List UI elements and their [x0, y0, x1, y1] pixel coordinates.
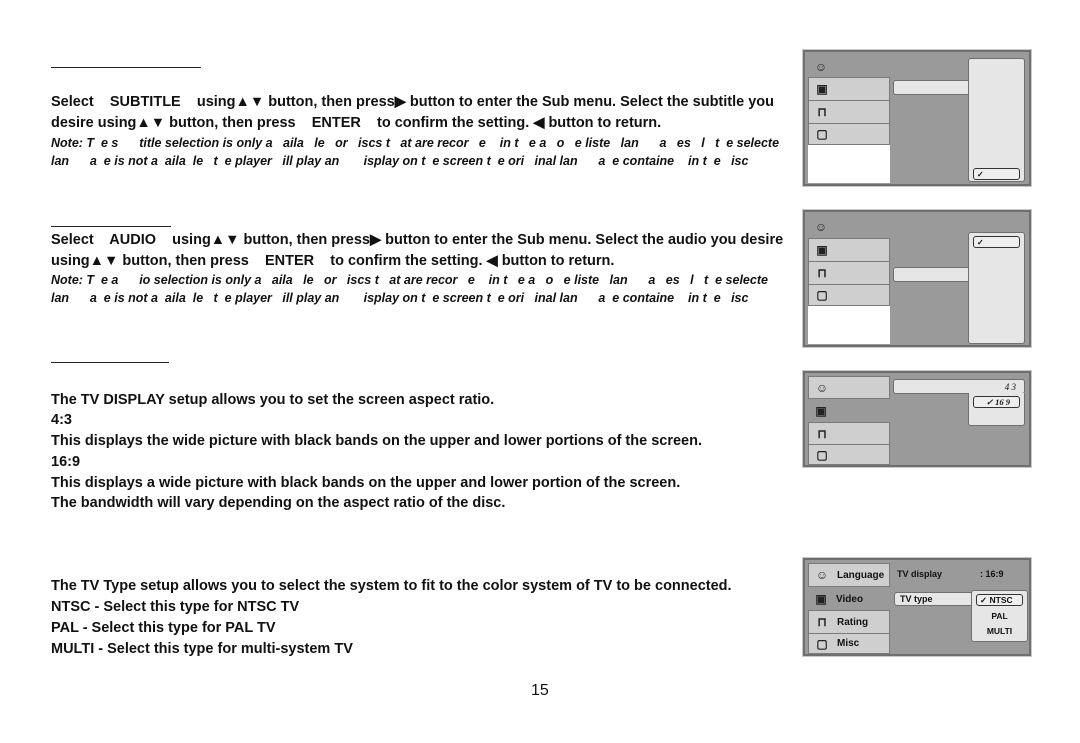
osd-option-4-3: 4 3 [1004, 381, 1016, 392]
tv-display-opt1-title: 4:3 [51, 412, 72, 428]
tv-type-intro: The TV Type setup allows you to select t… [51, 578, 732, 594]
osd-option-pal: PAL [976, 610, 1023, 622]
speech-bubble-icon: ▢ [816, 447, 828, 462]
subtitle-instruction-line1: Select SUBTITLE using▲▼ button, then pre… [51, 94, 775, 110]
section-rule-audio [51, 226, 171, 227]
subtitle-note-line1: Note: T e s title selection is only a ai… [51, 136, 780, 150]
osd-option-multi: MULTI [976, 625, 1023, 637]
osd-tab-rating: ⊓ [808, 261, 890, 285]
osd-tv-type-dropdown: ✓ NTSC PAL MULTI [971, 590, 1028, 642]
osd-tab-misc: ▢ [808, 123, 890, 145]
lock-icon: ⊓ [817, 266, 827, 280]
osd-tv-type-label: TV type [900, 594, 933, 604]
osd-blank-area [808, 145, 890, 183]
speech-bubble-icon: ▢ [816, 288, 828, 302]
osd-tab-language: ☺ [808, 55, 890, 79]
lock-icon: ⊓ [817, 426, 827, 441]
osd-tab-language: ☺ [808, 215, 890, 239]
osd-tv-type-field: TV type [894, 592, 972, 606]
osd-option-multi-label: MULTI [986, 626, 1013, 636]
osd-tab-misc-label: Misc [837, 638, 860, 649]
osd-tv-display-value: : 16:9 [980, 569, 1004, 579]
check-icon: ✓ [977, 237, 984, 247]
osd-tab-rating: ⊓ Rating [808, 610, 890, 634]
lock-icon: ⊓ [817, 615, 827, 629]
osd-tab-language: ☺ [808, 376, 890, 399]
tv-icon: ▣ [815, 404, 827, 418]
osd-option-pal-label: PAL [991, 611, 1008, 621]
tv-type-multi: MULTI - Select this type for multi-syste… [51, 641, 353, 657]
osd-tv-display-field: 4 3 [893, 379, 1025, 394]
osd-option-16-9-label: ✓ 16 9 [985, 396, 1011, 407]
osd-tab-language-label: Language [837, 569, 885, 581]
osd-blank-area [808, 306, 890, 344]
tv-icon: ▣ [816, 243, 828, 257]
osd-tab-video: ▣ Video [808, 587, 890, 611]
tv-icon: ▣ [815, 592, 827, 606]
osd-field [893, 80, 968, 95]
tv-type-pal: PAL - Select this type for PAL TV [51, 620, 276, 636]
page-number: 15 [531, 682, 549, 699]
lock-icon: ⊓ [817, 105, 827, 119]
osd-tab-language: ☺ Language [808, 563, 890, 587]
subtitle-instruction-line2: desire using▲▼ button, then press ENTER … [51, 115, 662, 131]
osd-tab-misc: ▢ [808, 444, 890, 465]
tv-display-opt2-desc2: The bandwidth will vary depending on the… [51, 495, 506, 511]
subtitle-note-line2: lan a e is not a aila le t e player ill … [51, 154, 749, 168]
osd-audio-panel: ☺ ▣ ⊓ ▢ ✓ [802, 209, 1032, 348]
tv-display-opt1-desc: This displays the wide picture with blac… [51, 433, 702, 449]
audio-instruction-line1: Select AUDIO using▲▼ button, then press▶… [51, 232, 784, 248]
osd-tab-video: ▣ [808, 399, 890, 423]
osd-option-ntsc-label: ✓ NTSC [980, 594, 1013, 605]
osd-tv-display-panel: ☺ ▣ ⊓ ▢ 4 3 ✓ 16 9 [802, 370, 1032, 468]
osd-dropdown: ✓ [968, 58, 1025, 182]
osd-tab-misc: ▢ [808, 284, 890, 306]
language-icon: ☺ [814, 60, 828, 74]
section-rule-tv-display [51, 362, 169, 363]
osd-option-selected: ✓ [973, 236, 1020, 248]
osd-subtitle-panel: ☺ ▣ ⊓ ▢ ✓ [802, 49, 1032, 187]
check-icon: ✓ [977, 169, 984, 179]
speech-bubble-icon: ▢ [816, 127, 828, 141]
tv-display-intro: The TV DISPLAY setup allows you to set t… [51, 392, 495, 408]
osd-option-16-9: ✓ 16 9 [973, 396, 1020, 408]
osd-tv-type-panel: ☺ Language ▣ Video ⊓ Rating ▢ Misc TV di… [802, 557, 1032, 657]
osd-field [893, 267, 968, 282]
osd-tab-rating: ⊓ [808, 422, 890, 445]
tv-type-ntsc: NTSC - Select this type for NTSC TV [51, 599, 300, 615]
tv-icon: ▣ [816, 82, 828, 96]
tv-display-opt2-title: 16:9 [51, 454, 81, 470]
language-icon: ☺ [815, 568, 829, 582]
speech-bubble-icon: ▢ [816, 636, 828, 651]
audio-note-line2: lan a e is not a aila le t e player ill … [51, 291, 749, 305]
section-rule-subtitle [51, 67, 201, 68]
osd-tab-rating-label: Rating [837, 616, 869, 628]
osd-tab-video: ▣ [808, 77, 890, 101]
osd-dropdown: ✓ [968, 232, 1025, 344]
osd-option-ntsc: ✓ NTSC [976, 594, 1023, 606]
language-icon: ☺ [815, 380, 829, 395]
language-icon: ☺ [814, 220, 828, 234]
osd-tab-misc: ▢ Misc [808, 633, 890, 654]
audio-instruction-line2: using▲▼ button, then press ENTER to conf… [51, 253, 615, 269]
osd-tab-video-label: Video [836, 593, 864, 605]
audio-note-line1: Note: T e a io selection is only a aila … [51, 273, 768, 287]
osd-tv-display-dropdown: ✓ 16 9 [968, 393, 1025, 426]
osd-tab-video: ▣ [808, 238, 890, 262]
osd-option-selected: ✓ [973, 168, 1020, 180]
osd-tv-display-label: TV display [897, 569, 943, 579]
tv-display-opt2-desc1: This displays a wide picture with black … [51, 475, 681, 491]
osd-tab-rating: ⊓ [808, 100, 890, 124]
